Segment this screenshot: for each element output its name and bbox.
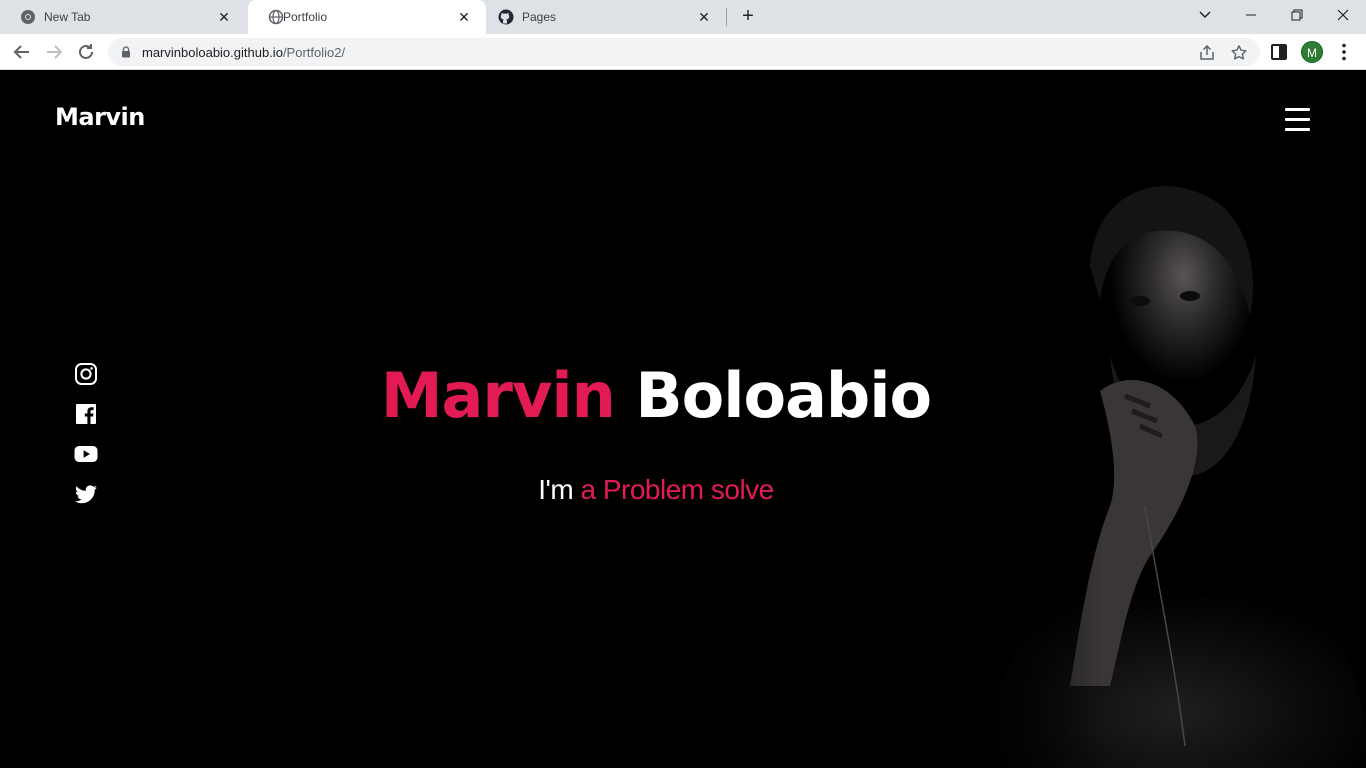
close-icon[interactable]: ✕ — [216, 9, 232, 25]
tab-portfolio[interactable]: Portfolio ✕ — [248, 0, 486, 34]
tab-label: Pages — [522, 10, 557, 24]
url-host: marvinboloabio.github.io — [142, 45, 283, 60]
globe-icon — [268, 9, 284, 25]
chrome-icon — [21, 10, 35, 24]
restore-icon — [1291, 9, 1303, 21]
hero-first-name: Marvin — [380, 359, 616, 432]
github-icon — [498, 9, 514, 25]
url-text[interactable]: marvinboloabio.github.io/Portfolio2/ — [142, 45, 345, 60]
hero-typed-text: a Problem solve — [580, 474, 774, 505]
hero-last-name: Boloabio — [635, 359, 932, 432]
tab-label: New Tab — [44, 10, 91, 24]
hamburger-line — [1285, 108, 1310, 111]
back-icon[interactable] — [10, 40, 34, 64]
tab-new-tab[interactable]: New Tab ✕ — [0, 0, 246, 34]
tab-label: Portfolio — [283, 10, 328, 24]
chevron-down-icon — [1199, 11, 1211, 18]
more-menu-icon[interactable] — [1332, 40, 1356, 64]
hero-portrait-image — [960, 126, 1366, 768]
close-icon[interactable]: ✕ — [456, 9, 472, 25]
minimize-icon — [1246, 14, 1256, 16]
side-panel-icon[interactable] — [1267, 40, 1291, 64]
hamburger-line — [1285, 128, 1310, 131]
site-logo[interactable]: Marvin — [55, 103, 145, 131]
portfolio-page: Marvin Marvin Boloabio I'm a Problem sol… — [0, 71, 1366, 768]
tab-pages[interactable]: Pages ✕ — [488, 0, 726, 34]
avatar[interactable]: M — [1301, 41, 1323, 63]
close-icon[interactable]: ✕ — [696, 9, 712, 25]
bookmark-star-icon[interactable] — [1230, 44, 1248, 62]
lock-icon[interactable] — [120, 46, 132, 58]
browser-toolbar: marvinboloabio.github.io/Portfolio2/ M — [0, 34, 1366, 70]
close-icon — [1337, 9, 1349, 21]
hero-sub-prefix: I'm — [538, 474, 574, 505]
hero-title: Marvin Boloabio — [0, 359, 1312, 432]
minimize-button[interactable] — [1228, 0, 1274, 30]
tab-separator — [726, 8, 727, 26]
hero-subtitle: I'm a Problem solve — [0, 474, 1312, 506]
forward-icon[interactable] — [42, 40, 66, 64]
reload-icon[interactable] — [74, 40, 98, 64]
url-path: /Portfolio2/ — [282, 45, 346, 60]
address-bar[interactable]: marvinboloabio.github.io/Portfolio2/ — [108, 38, 1260, 66]
close-window-button[interactable] — [1320, 0, 1366, 30]
new-tab-button[interactable]: + — [736, 5, 760, 29]
menu-button[interactable] — [1285, 108, 1311, 132]
tab-strip: New Tab ✕ Portfolio ✕ Pages ✕ + — [0, 0, 1366, 34]
youtube-icon[interactable] — [74, 442, 98, 466]
share-icon[interactable] — [1198, 44, 1216, 62]
tab-search-button[interactable] — [1182, 0, 1228, 30]
hamburger-line — [1285, 118, 1310, 121]
restore-button[interactable] — [1274, 0, 1320, 30]
